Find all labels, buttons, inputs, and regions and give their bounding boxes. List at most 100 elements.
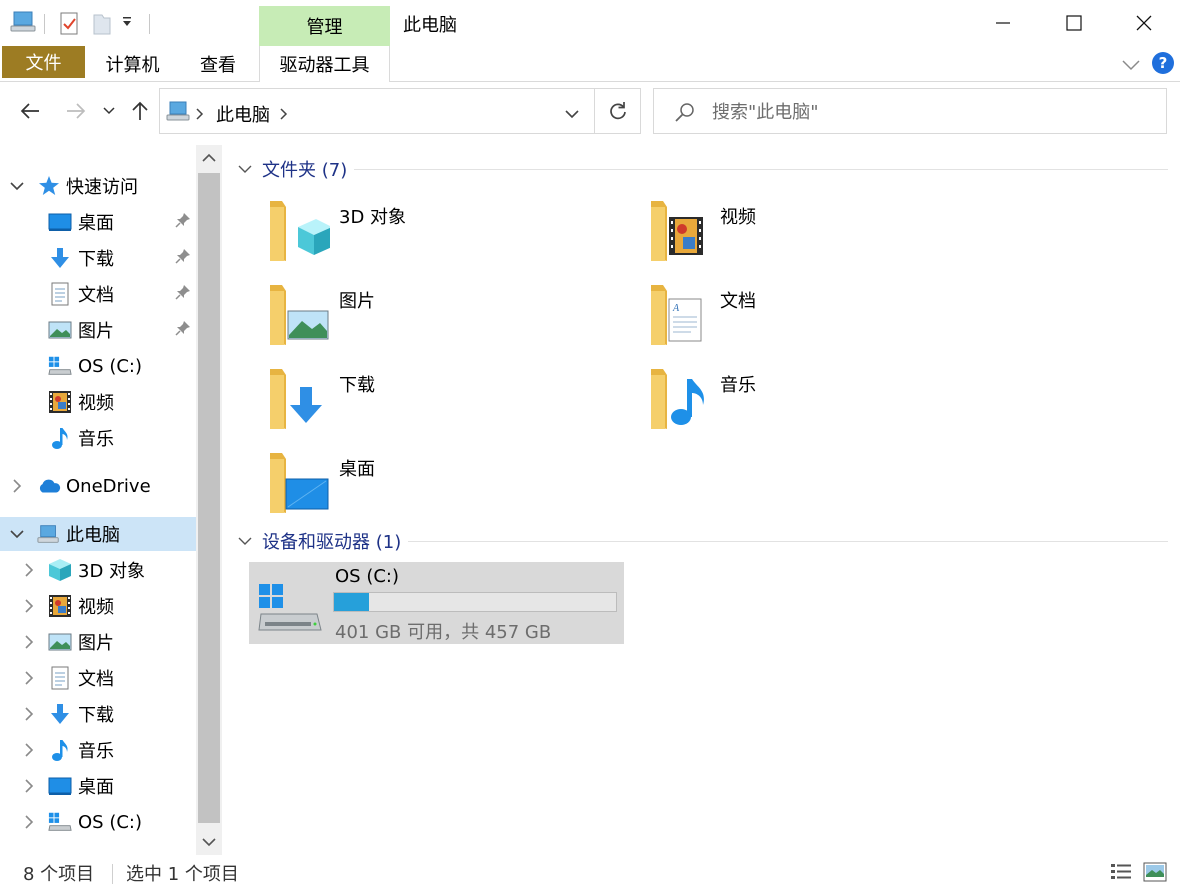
folder-tile-desktop[interactable]: 桌面 bbox=[232, 447, 602, 527]
pin-icon[interactable] bbox=[175, 284, 191, 305]
chevron-right-icon[interactable] bbox=[22, 707, 36, 721]
chevron-right-icon[interactable] bbox=[22, 635, 36, 649]
sidebar-item-label: 桌面 bbox=[78, 213, 114, 234]
sidebar-item-videos[interactable]: 视频 bbox=[0, 589, 196, 623]
sidebar-item-os-c[interactable]: OS (C:) bbox=[0, 349, 196, 383]
properties-icon[interactable] bbox=[58, 12, 80, 41]
breadcrumb-separator-icon[interactable] bbox=[196, 104, 204, 125]
recent-locations-button[interactable] bbox=[100, 95, 118, 127]
chevron-down-icon[interactable] bbox=[238, 536, 254, 546]
sidebar-item-label: 快速访问 bbox=[66, 177, 138, 198]
sidebar-item-desktop[interactable]: 桌面 bbox=[0, 769, 196, 803]
forward-button[interactable] bbox=[62, 95, 90, 127]
sidebar-item-label: 视频 bbox=[78, 393, 114, 414]
sidebar-item-label: 下载 bbox=[78, 705, 114, 726]
navigation-pane[interactable]: 快速访问 桌面 下载 文档 图片 OS (C:) 视频 音乐 OneDrive bbox=[0, 145, 222, 855]
sidebar-scrollbar[interactable] bbox=[196, 145, 222, 855]
address-history-dropdown[interactable] bbox=[564, 104, 580, 125]
chevron-right-icon[interactable] bbox=[22, 743, 36, 757]
folder-tile-videos[interactable]: 视频 bbox=[613, 195, 983, 275]
breadcrumb-this-pc[interactable]: 此电脑 bbox=[216, 101, 270, 127]
sidebar-item-3d-objects[interactable]: 3D 对象 bbox=[0, 553, 196, 587]
group-divider bbox=[408, 541, 1168, 542]
maximize-button[interactable] bbox=[1038, 0, 1110, 46]
chevron-right-icon[interactable] bbox=[22, 815, 36, 829]
sidebar-item-this-pc[interactable]: 此电脑 bbox=[0, 517, 196, 551]
folder-tile-music[interactable]: 音乐 bbox=[613, 363, 983, 443]
group-header-folders[interactable]: 文件夹 (7) bbox=[238, 155, 347, 183]
refresh-icon bbox=[609, 102, 626, 120]
chevron-right-icon[interactable] bbox=[22, 599, 36, 613]
expand-ribbon-icon[interactable] bbox=[1121, 56, 1141, 77]
chevron-down-icon[interactable] bbox=[10, 179, 24, 193]
folder-tile-3d-objects[interactable]: 3D 对象 bbox=[232, 195, 602, 275]
sidebar-item-music[interactable]: 音乐 bbox=[0, 421, 196, 455]
group-header-devices[interactable]: 设备和驱动器 (1) bbox=[238, 527, 401, 555]
sidebar-item-downloads[interactable]: 下载 bbox=[0, 697, 196, 731]
sidebar-item-documents[interactable]: 文档 bbox=[0, 277, 196, 311]
tab-computer[interactable]: 计算机 bbox=[95, 46, 170, 82]
scroll-thumb[interactable] bbox=[198, 173, 220, 823]
music-icon bbox=[48, 426, 72, 450]
chevron-down-icon[interactable] bbox=[238, 164, 254, 174]
up-arrow-icon bbox=[132, 101, 148, 120]
sidebar-item-pictures[interactable]: 图片 bbox=[0, 625, 196, 659]
sidebar-item-pictures[interactable]: 图片 bbox=[0, 313, 196, 347]
folder-label: 3D 对象 bbox=[339, 207, 407, 228]
pin-icon[interactable] bbox=[175, 248, 191, 269]
sidebar-item-desktop[interactable]: 桌面 bbox=[0, 205, 196, 239]
tab-view[interactable]: 查看 bbox=[186, 46, 250, 82]
back-button[interactable] bbox=[16, 95, 44, 127]
documents-folder-icon: A bbox=[651, 285, 702, 345]
manage-contextual-tab[interactable]: 管理 bbox=[259, 6, 390, 46]
sidebar-item-documents[interactable]: 文档 bbox=[0, 661, 196, 695]
chevron-down-icon[interactable] bbox=[10, 527, 24, 541]
tab-drive-tools[interactable]: 驱动器工具 bbox=[259, 46, 390, 82]
sidebar-item-onedrive[interactable]: OneDrive bbox=[0, 469, 196, 503]
tab-file[interactable]: 文件 bbox=[2, 46, 85, 78]
folder-tile-pictures[interactable]: 图片 bbox=[232, 279, 602, 359]
title-bar: 管理 此电脑 bbox=[0, 0, 1180, 46]
customize-qat-icon[interactable] bbox=[120, 14, 134, 35]
sidebar-item-label: 文档 bbox=[78, 669, 114, 690]
pin-icon[interactable] bbox=[175, 212, 191, 233]
drive-tile-os-c[interactable]: OS (C:) 401 GB 可用，共 457 GB bbox=[249, 562, 624, 644]
picture-icon bbox=[48, 630, 72, 654]
scroll-up-button[interactable] bbox=[196, 145, 222, 171]
sidebar-item-os-c[interactable]: OS (C:) bbox=[0, 805, 196, 839]
chevron-right-icon[interactable] bbox=[22, 779, 36, 793]
large-icons-view-icon bbox=[1143, 862, 1167, 882]
folder-tile-downloads[interactable]: 下载 bbox=[232, 363, 602, 443]
details-view-button[interactable] bbox=[1108, 860, 1134, 884]
separator bbox=[112, 864, 113, 884]
chevron-right-icon[interactable] bbox=[22, 563, 36, 577]
sidebar-item-music[interactable]: 音乐 bbox=[0, 733, 196, 767]
chevron-right-icon[interactable] bbox=[22, 671, 36, 685]
folder-tile-documents[interactable]: A 文档 bbox=[613, 279, 983, 359]
details-view-icon bbox=[1111, 864, 1131, 879]
breadcrumb-separator-icon[interactable] bbox=[280, 104, 288, 125]
address-bar[interactable]: 此电脑 bbox=[159, 88, 641, 134]
new-folder-icon[interactable] bbox=[92, 12, 112, 41]
folder-label: 下载 bbox=[339, 375, 375, 396]
content-pane[interactable]: 文件夹 (7) 3D 对象 视频 图片 A 文档 下载 音乐 桌面 设备和驱动器… bbox=[228, 145, 1180, 855]
folder-label: 视频 bbox=[720, 207, 756, 228]
video-icon bbox=[48, 390, 72, 414]
minimize-button[interactable] bbox=[967, 0, 1039, 46]
close-button[interactable] bbox=[1108, 0, 1180, 46]
up-button[interactable] bbox=[128, 95, 152, 127]
sidebar-item-quick-access[interactable]: 快速访问 bbox=[0, 169, 196, 203]
computer-icon[interactable] bbox=[10, 10, 38, 39]
help-button[interactable]: ? bbox=[1152, 52, 1174, 74]
folder-label: 文档 bbox=[720, 291, 756, 312]
search-input[interactable] bbox=[712, 99, 1152, 125]
refresh-button[interactable] bbox=[594, 89, 640, 133]
sidebar-item-label: 下载 bbox=[78, 249, 114, 270]
pin-icon[interactable] bbox=[175, 320, 191, 341]
scroll-down-button[interactable] bbox=[196, 829, 222, 855]
search-box[interactable] bbox=[653, 88, 1167, 134]
sidebar-item-downloads[interactable]: 下载 bbox=[0, 241, 196, 275]
chevron-right-icon[interactable] bbox=[10, 479, 24, 493]
large-icons-view-button[interactable] bbox=[1142, 860, 1168, 884]
sidebar-item-videos[interactable]: 视频 bbox=[0, 385, 196, 419]
